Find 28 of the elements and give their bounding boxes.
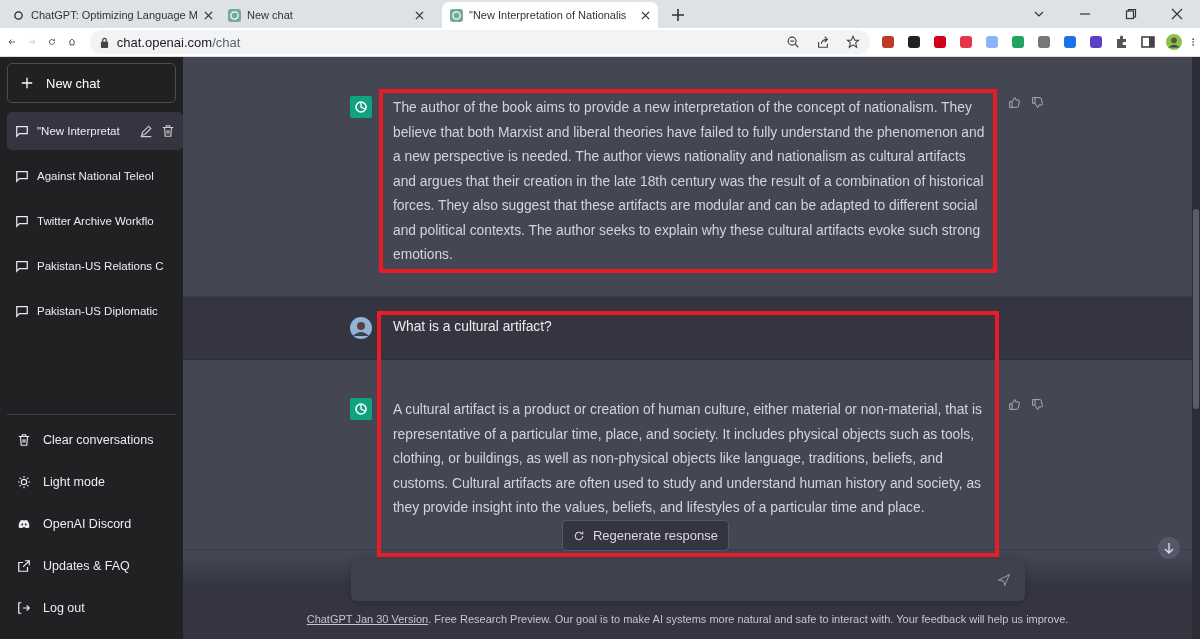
address-bar[interactable]: chat.openai.com/chat bbox=[89, 30, 870, 54]
tab-title: ChatGPT: Optimizing Language M bbox=[31, 9, 198, 21]
browser-tab[interactable]: "New Interpretation of Nationalis bbox=[442, 2, 658, 28]
conversation-title: Twitter Archive Workflo bbox=[37, 215, 155, 227]
sidebar-menu-item[interactable]: Light mode bbox=[7, 461, 176, 503]
regenerate-button[interactable]: Regenerate response bbox=[562, 520, 729, 551]
conversation-item[interactable]: "New Interpretat bbox=[7, 112, 183, 150]
conversation-title: Pakistan-US Relations C bbox=[37, 260, 165, 272]
sidebar-menu-item[interactable]: OpenAI Discord bbox=[7, 503, 176, 545]
conversation-item[interactable]: Twitter Archive Workflo bbox=[7, 202, 183, 240]
conversation-title: Against National Teleol bbox=[37, 170, 155, 182]
message-text: What is a cultural artifact? bbox=[393, 317, 553, 336]
conversation-item[interactable]: Pakistan-US Relations C bbox=[7, 247, 183, 285]
conversation-item[interactable]: Pakistan-US Diplomatic bbox=[7, 292, 183, 330]
sidebar-menu-item[interactable]: Clear conversations bbox=[7, 419, 176, 461]
tab-title: "New Interpretation of Nationalis bbox=[469, 9, 628, 21]
browser-tab[interactable]: New chat bbox=[220, 2, 432, 28]
conversation-title: Pakistan-US Diplomatic bbox=[37, 305, 159, 317]
footer-text: ChatGPT Jan 30 Version. Free Research Preview. Our goal is to make AI systems more natural and safe to interact with. Your feedback will help us improve. bbox=[306, 613, 1069, 625]
browser-tab[interactable]: ChatGPT: Optimizing Language M bbox=[4, 2, 216, 28]
tab-title: New chat bbox=[247, 9, 294, 21]
conversation-item[interactable]: Against National Teleol bbox=[7, 157, 183, 195]
conversation-title: "New Interpretat bbox=[37, 125, 121, 137]
message-text: The author of the book aims to provide a new interpretation of the concept of nationalism. They believe that both Marxist and liberal theories have failed to fully understand the phenomenon and a new perspective is needed. The author views nationality and nationalism as cultural artifacts and argues that their creation in the late 18th century was the result of a combination of historical forces. They also suggest that these artifacts are modular and can be adapted to different social and political contexts. The author seeks to explain why these cultural artifacts evoke such strong emotions. bbox=[393, 99, 986, 264]
sidebar-menu-item[interactable]: Updates & FAQ bbox=[7, 545, 176, 587]
sidebar-menu-item[interactable]: Log out bbox=[7, 587, 176, 629]
new-chat-button[interactable]: New chat bbox=[7, 63, 176, 103]
message-text: A cultural artifact is a product or creation of human culture, either material or non-material, that is representative of a particular time, place, and society. It includes physical objects such as tools, clothing, or buildings, as well as non-physical objects like language, traditions, beliefs, and customs. Cultural artifacts are often used to study and understand human history and society, as they provide insight into the values, beliefs, and lifestyles of a particular time and place. bbox=[393, 401, 983, 517]
